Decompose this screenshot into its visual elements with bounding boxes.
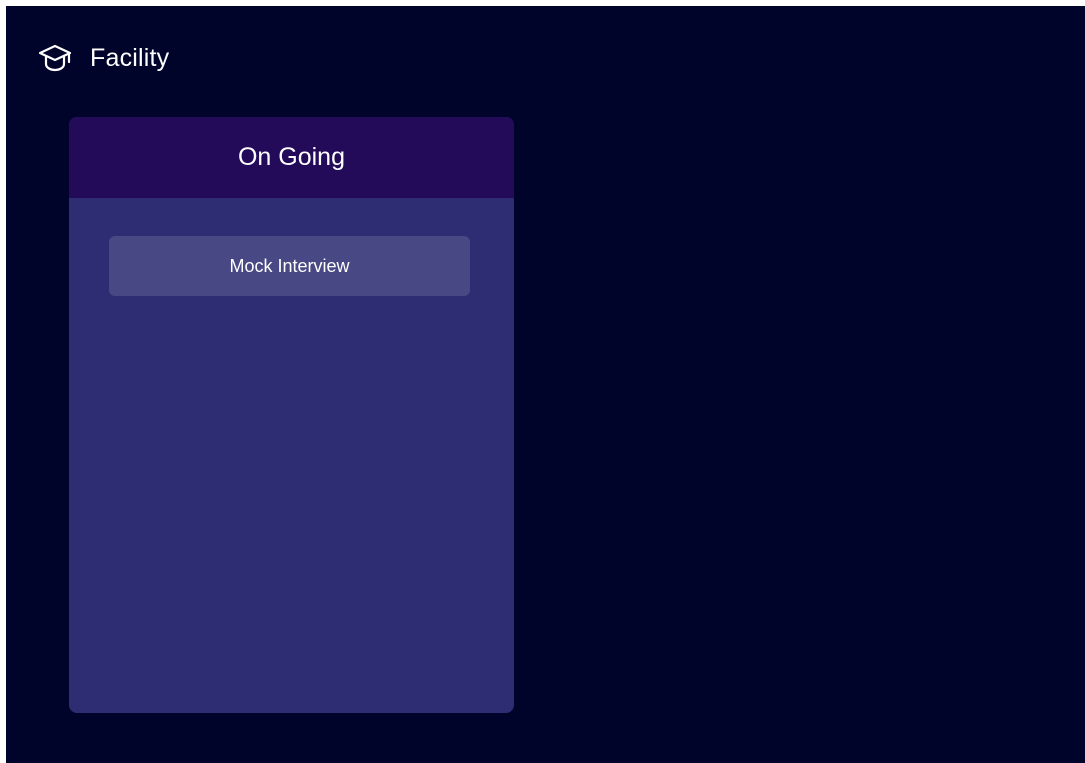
graduation-cap-icon	[38, 41, 72, 75]
app-title: Facility	[90, 43, 170, 72]
task-card[interactable]: Mock Interview	[109, 236, 470, 296]
task-card-label: Mock Interview	[229, 255, 350, 276]
column-header: On Going	[69, 117, 514, 198]
column-title: On Going	[237, 143, 345, 171]
app-header: Facility	[38, 36, 169, 80]
app-canvas: Facility On Going Mock Interview	[6, 6, 1085, 763]
ongoing-column: On Going Mock Interview	[69, 117, 514, 713]
